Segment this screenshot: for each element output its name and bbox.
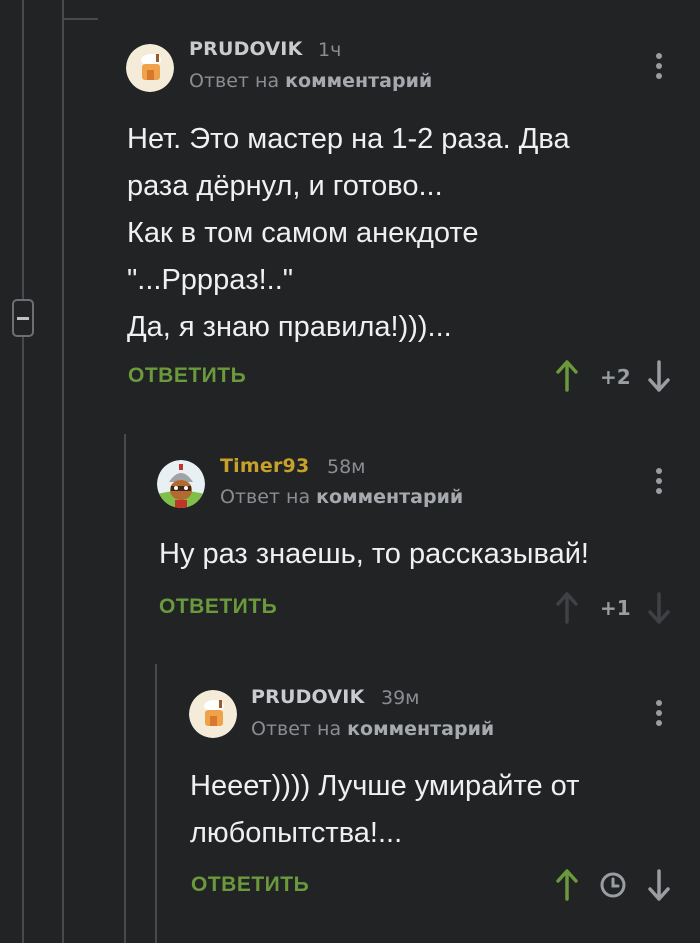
comment-author[interactable]: PRUDOVIK <box>189 38 303 60</box>
downvote-icon[interactable] <box>647 592 671 624</box>
reply-to-link[interactable]: комментарий <box>285 70 432 92</box>
comment-text: Нет. Это мастер на 1-2 раза. Два раза дё… <box>127 123 570 343</box>
knight-avatar-icon <box>157 460 205 508</box>
thread-line <box>22 0 24 299</box>
reply-to-prefix: Ответ на <box>220 486 317 508</box>
chef-avatar-icon <box>126 44 174 92</box>
reply-to-link[interactable]: комментарий <box>316 486 463 508</box>
reply-to-link[interactable]: комментарий <box>347 718 494 740</box>
comment-author[interactable]: PRUDOVIK <box>251 686 365 708</box>
upvote-icon[interactable] <box>555 869 579 901</box>
thread-line <box>124 434 126 943</box>
thread-line <box>22 337 24 943</box>
upvote-icon[interactable] <box>555 360 579 392</box>
thread-line <box>155 664 157 943</box>
more-options-icon[interactable] <box>656 53 662 81</box>
reply-to: Ответ на комментарий <box>220 486 463 508</box>
comment-author[interactable]: Timer93 <box>220 455 309 477</box>
reply-button[interactable]: ОТВЕТИТЬ <box>159 595 277 619</box>
comment-score: +1 <box>600 596 631 620</box>
reply-to-prefix: Ответ на <box>189 70 286 92</box>
comment-score: +2 <box>600 365 631 389</box>
reply-to: Ответ на комментарий <box>189 70 432 92</box>
downvote-icon[interactable] <box>647 360 671 392</box>
avatar[interactable] <box>157 460 205 508</box>
clock-icon <box>600 872 626 898</box>
reply-button[interactable]: ОТВЕТИТЬ <box>191 873 309 897</box>
comment-text: Нееет)))) Лучше умирайте от любопытства!… <box>190 770 580 849</box>
comment-time: 39м <box>381 687 420 709</box>
collapse-thread-button[interactable] <box>12 299 34 337</box>
reply-to: Ответ на комментарий <box>251 718 494 740</box>
reply-to-prefix: Ответ на <box>251 718 348 740</box>
avatar[interactable] <box>189 690 237 738</box>
upvote-icon[interactable] <box>555 592 579 624</box>
chef-avatar-icon <box>189 690 237 738</box>
more-options-icon[interactable] <box>656 700 662 728</box>
reply-button[interactable]: ОТВЕТИТЬ <box>128 364 246 388</box>
comment-text: Ну раз знаешь, то рассказывай! <box>159 538 589 570</box>
downvote-icon[interactable] <box>647 869 671 901</box>
thread-connector <box>62 18 98 20</box>
avatar[interactable] <box>126 44 174 92</box>
comment-time: 58м <box>327 456 366 478</box>
more-options-icon[interactable] <box>656 468 662 496</box>
comment-time: 1ч <box>318 39 342 61</box>
thread-line <box>62 0 64 943</box>
